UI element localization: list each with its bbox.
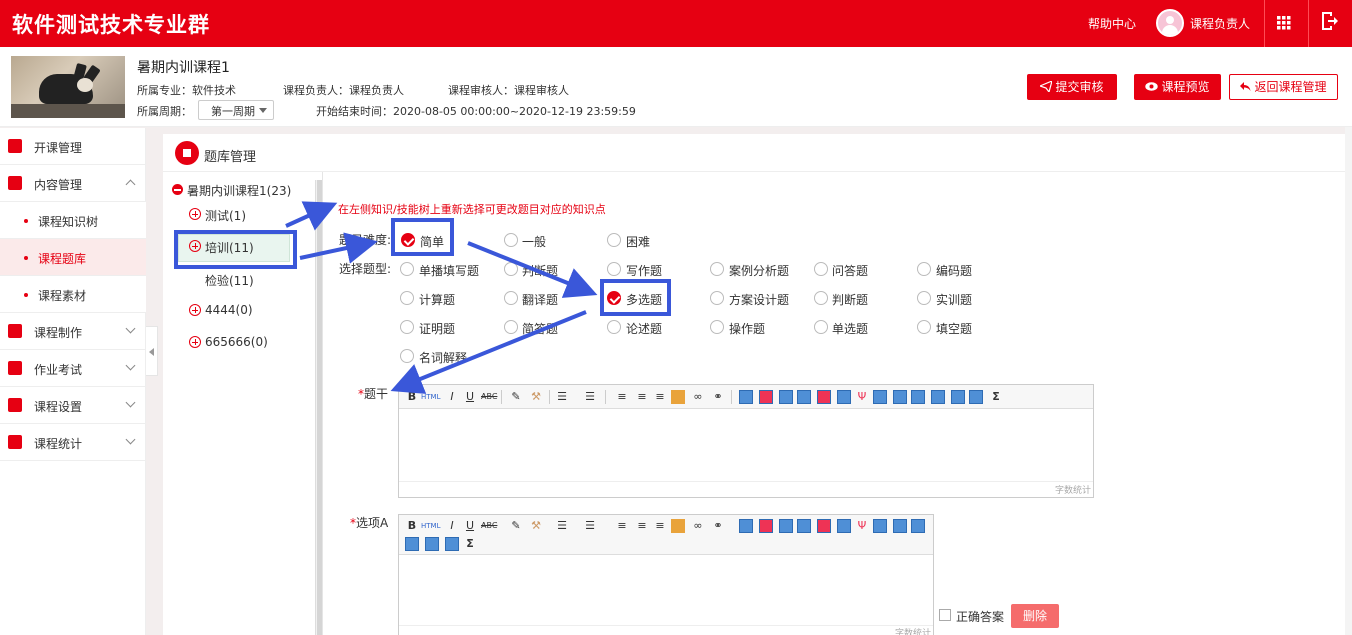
arrow-to-hint: [285, 201, 338, 231]
annotation-arrows: [285, 201, 598, 394]
arrow-to-stem: [390, 310, 587, 394]
arrow-to-type: [467, 241, 598, 298]
arrow-to-difficulty: [299, 232, 378, 264]
